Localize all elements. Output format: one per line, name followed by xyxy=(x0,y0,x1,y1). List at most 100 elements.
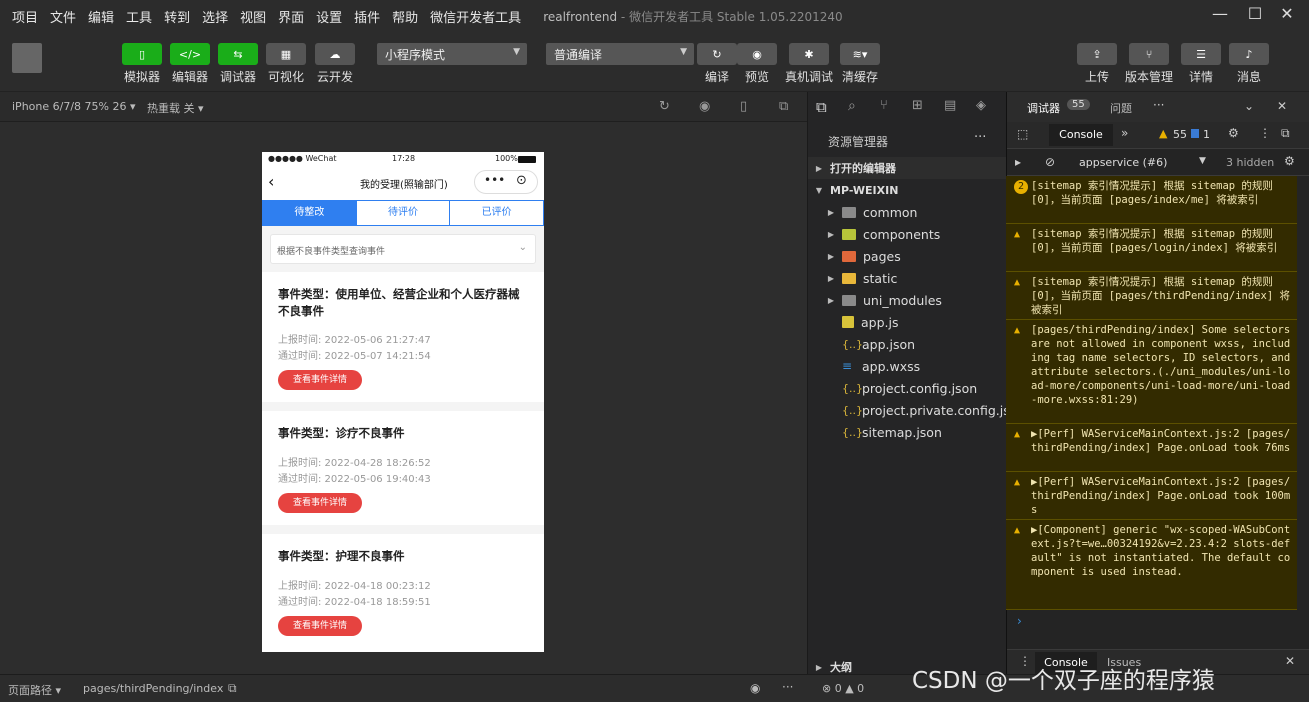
sidebar-icon[interactable]: ▸ xyxy=(1015,155,1021,169)
page-path-select[interactable]: 页面路径 ▾ xyxy=(8,682,61,698)
more-tabs-icon[interactable]: » xyxy=(1121,126,1128,140)
view-details-button[interactable]: 查看事件详情 xyxy=(278,370,362,390)
inspect-icon[interactable]: ⬚ xyxy=(1017,127,1028,141)
menu-item-wechat-devtools[interactable]: 微信开发者工具 xyxy=(430,7,521,26)
tree-file-app-json[interactable]: {..} app.json xyxy=(808,333,1007,355)
device-select[interactable]: iPhone 6/7/8 75% 26 ▾ xyxy=(12,100,136,113)
open-editors-section[interactable]: ▶ 打开的编辑器 xyxy=(808,157,1007,179)
console-warning[interactable]: ▲ [sitemap 索引情况提示] 根据 sitemap 的规则[0]，当前页… xyxy=(1006,272,1297,320)
tab-console[interactable]: Console xyxy=(1049,124,1113,146)
clear-console-icon[interactable]: ⊘ xyxy=(1045,155,1055,169)
tree-file-project-config[interactable]: {..} project.config.json xyxy=(808,377,1007,399)
tab-evaluated[interactable]: 已评价 xyxy=(450,201,543,225)
menu-item-settings[interactable]: 设置 xyxy=(316,7,342,26)
chevron-down-icon[interactable]: ⌄ xyxy=(1244,99,1254,113)
console-warning[interactable]: ▲ [sitemap 索引情况提示] 根据 sitemap 的规则[0]，当前页… xyxy=(1006,224,1297,272)
minimize-icon[interactable]: — xyxy=(1208,4,1232,26)
details-button[interactable]: ☰ 详情 xyxy=(1180,43,1222,85)
editor-button[interactable]: </> 编辑器 xyxy=(169,43,211,85)
files-icon[interactable]: ⧉ xyxy=(816,98,827,116)
refresh-icon: ↻ xyxy=(697,43,737,65)
tree-folder-pages[interactable]: ▶ pages xyxy=(808,245,1007,267)
search-icon[interactable]: ⌕ xyxy=(848,98,856,114)
preview-button[interactable]: ◉ 预览 xyxy=(737,43,777,85)
docker-icon[interactable]: ◈ xyxy=(976,98,986,113)
popout-icon[interactable]: ⧉ xyxy=(779,99,788,114)
console-warning[interactable]: ▲ [pages/thirdPending/index] Some select… xyxy=(1006,320,1297,424)
clear-cache-button[interactable]: ≋▾ 清缓存 xyxy=(839,43,881,85)
tree-file-project-private-config[interactable]: {..} project.private.config.js... xyxy=(808,399,1007,421)
menu-item-tools[interactable]: 工具 xyxy=(126,7,152,26)
stop-icon[interactable]: ◉ xyxy=(699,99,710,114)
copy-icon[interactable]: ⧉ xyxy=(228,681,237,696)
more-icon[interactable]: ··· xyxy=(1153,98,1164,112)
tree-file-sitemap[interactable]: {..} sitemap.json xyxy=(808,421,1007,443)
close-icon[interactable]: ✕ xyxy=(1275,4,1299,26)
messages-button[interactable]: ♪ 消息 xyxy=(1228,43,1270,85)
extensions-icon[interactable]: ⊞ xyxy=(912,98,923,113)
gear-icon[interactable]: ⚙ xyxy=(1228,126,1239,140)
tree-file-app-wxss[interactable]: ≡ app.wxss xyxy=(808,355,1007,377)
kebab-icon[interactable]: ⋮ xyxy=(1259,126,1271,140)
menu-item-goto[interactable]: 转到 xyxy=(164,7,190,26)
close-icon[interactable]: ✕ xyxy=(1285,654,1295,668)
eye-icon[interactable]: ◉ xyxy=(750,681,760,695)
console-warning[interactable]: 2 [sitemap 索引情况提示] 根据 sitemap 的规则[0]，当前页… xyxy=(1006,176,1297,224)
version-button[interactable]: ⑂ 版本管理 xyxy=(1123,43,1175,85)
maximize-icon[interactable]: ☐ xyxy=(1243,4,1267,26)
real-debug-button[interactable]: ✱ 真机调试 xyxy=(784,43,834,85)
tab-pending[interactable]: 待整改 xyxy=(263,201,357,225)
console-warning[interactable]: ▲ ▶[Component] generic "wx-scoped-WASubC… xyxy=(1006,520,1297,610)
project-section[interactable]: ▼ MP-WEIXIN xyxy=(808,179,1007,201)
tab-debugger[interactable]: 调试器 xyxy=(1027,100,1060,116)
view-details-button[interactable]: 查看事件详情 xyxy=(278,616,362,636)
close-icon[interactable]: ✕ xyxy=(1277,99,1287,113)
simulator-button[interactable]: ▯ 模拟器 xyxy=(121,43,163,85)
compile-mode-select[interactable]: 普通编译 ▼ xyxy=(546,43,694,65)
more-icon[interactable]: ··· xyxy=(782,680,793,694)
tree-folder-components[interactable]: ▶ components xyxy=(808,223,1007,245)
console-warning[interactable]: ▲ ▶[Perf] WAServiceMainContext.js:2 [pag… xyxy=(1006,472,1297,520)
debugger-button[interactable]: ⇆ 调试器 xyxy=(217,43,259,85)
context-select[interactable]: appservice (#6) xyxy=(1079,156,1167,169)
mode-select[interactable]: 小程序模式 ▼ xyxy=(377,43,527,65)
source-control-icon[interactable]: ⑂ xyxy=(880,98,888,113)
info-count: 1 xyxy=(1203,128,1210,141)
more-icon[interactable]: ··· xyxy=(974,130,986,145)
menu-item-plugins[interactable]: 插件 xyxy=(354,7,380,26)
compile-button[interactable]: ↻ 编译 xyxy=(697,43,737,85)
view-details-button[interactable]: 查看事件详情 xyxy=(278,493,362,513)
tree-folder-uni-modules[interactable]: ▶ uni_modules xyxy=(808,289,1007,311)
console-warning[interactable]: ▲ ▶[Perf] WAServiceMainContext.js:2 [pag… xyxy=(1006,424,1297,472)
menu-item-file[interactable]: 文件 xyxy=(50,7,76,26)
rotate-icon[interactable]: ↻ xyxy=(659,99,670,114)
tree-folder-common[interactable]: ▶ common xyxy=(808,201,1007,223)
report-time: 上报时间: 2022-05-06 21:27:47 xyxy=(278,335,431,346)
tree-folder-static[interactable]: ▶ static xyxy=(808,267,1007,289)
warning-count: 0 xyxy=(857,682,865,695)
more-icon[interactable]: ••• xyxy=(484,173,505,187)
hotreload-select[interactable]: 热重载 关 ▾ xyxy=(147,100,204,116)
visual-button[interactable]: ▦ 可视化 xyxy=(265,43,307,85)
menu-item-help[interactable]: 帮助 xyxy=(392,7,418,26)
phone-icon[interactable]: ▯ xyxy=(740,99,747,114)
close-miniprogram-icon[interactable]: ⊙ xyxy=(516,173,527,188)
panel-icon[interactable]: ▤ xyxy=(944,98,956,113)
avatar[interactable] xyxy=(12,43,42,73)
branch-icon: ⑂ xyxy=(1129,43,1169,65)
dock-icon[interactable]: ⧉ xyxy=(1281,126,1290,141)
event-type-select[interactable]: 根据不良事件类型查询事件 ⌄ xyxy=(270,234,536,264)
cloud-button[interactable]: ☁ 云开发 xyxy=(314,43,356,85)
tree-file-app-js[interactable]: app.js xyxy=(808,311,1007,333)
problems-counter[interactable]: ⊗ 0 ▲ 0 xyxy=(822,682,864,695)
tab-to-evaluate[interactable]: 待评价 xyxy=(357,201,451,225)
menu-item-project[interactable]: 项目 xyxy=(12,7,38,26)
menu-item-edit[interactable]: 编辑 xyxy=(88,7,114,26)
menu-item-interface[interactable]: 界面 xyxy=(278,7,304,26)
upload-button[interactable]: ⇪ 上传 xyxy=(1076,43,1118,85)
tab-issues[interactable]: 问题 xyxy=(1110,100,1132,116)
menu-item-select[interactable]: 选择 xyxy=(202,7,228,26)
gear-icon[interactable]: ⚙ xyxy=(1284,154,1295,168)
menu-item-view[interactable]: 视图 xyxy=(240,7,266,26)
back-icon[interactable]: ‹ xyxy=(268,172,274,191)
